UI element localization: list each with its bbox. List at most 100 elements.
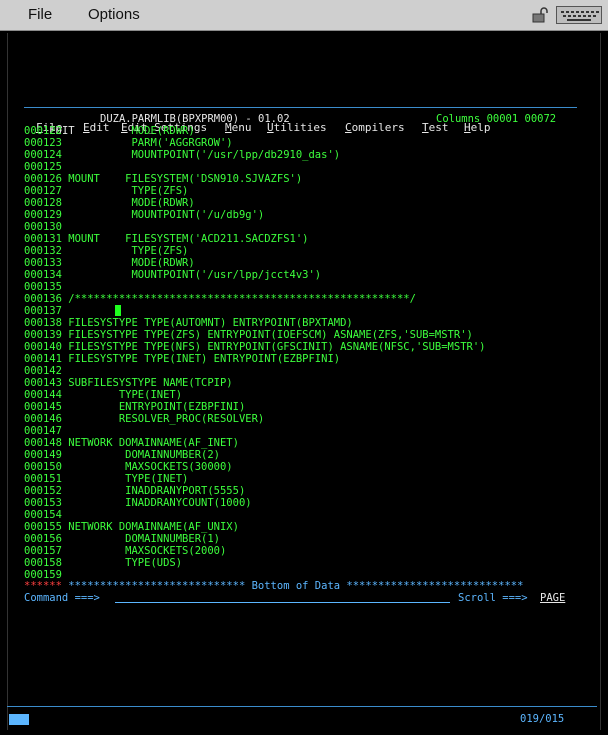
line-text[interactable]: MOUNT FILESYSTEM('ACD211.SACDZFS1') <box>68 233 308 245</box>
line-number[interactable]: 000138 <box>24 317 62 329</box>
edit-line[interactable]: 000158 TYPE(UDS) <box>24 557 182 569</box>
line-text[interactable]: FILESYSTYPE TYPE(AUTOMNT) ENTRYPOINT(BPX… <box>68 317 352 329</box>
edit-line[interactable]: 000126 MOUNT FILESYSTEM('DSN910.SJVAZFS'… <box>24 173 302 185</box>
line-number[interactable]: 000133 <box>24 257 62 269</box>
line-text[interactable]: INADDRANYCOUNT(1000) <box>68 497 251 509</box>
line-number[interactable]: 000154 <box>24 509 62 521</box>
line-text[interactable]: NETWORK DOMAINNAME(AF_INET) <box>68 437 239 449</box>
line-number[interactable]: 000153 <box>24 497 62 509</box>
line-number[interactable]: 000149 <box>24 449 62 461</box>
line-number[interactable]: 000144 <box>24 389 62 401</box>
line-text[interactable]: MODE(RDWR) <box>68 125 194 137</box>
edit-line[interactable]: 000134 MOUNTPOINT('/usr/lpp/jcct4v3') <box>24 269 321 281</box>
line-number[interactable]: 000142 <box>24 365 62 377</box>
edit-line[interactable]: 000137 <box>24 305 68 317</box>
line-text[interactable]: TYPE(INET) <box>68 473 188 485</box>
edit-line[interactable]: 000156 DOMAINNUMBER(1) <box>24 533 220 545</box>
edit-line[interactable]: 000132 TYPE(ZFS) <box>24 245 188 257</box>
line-number[interactable]: 000157 <box>24 545 62 557</box>
edit-line[interactable]: 000150 MAXSOCKETS(30000) <box>24 461 233 473</box>
action-bar-item[interactable]: Compilers <box>345 121 405 134</box>
edit-line[interactable]: 000129 MOUNTPOINT('/u/db9g') <box>24 209 264 221</box>
line-number[interactable]: 000148 <box>24 437 62 449</box>
line-text[interactable]: TYPE(INET) <box>68 389 182 401</box>
edit-line[interactable]: 000157 MAXSOCKETS(2000) <box>24 545 226 557</box>
edit-line[interactable]: 000145 ENTRYPOINT(EZBPFINI) <box>24 401 245 413</box>
line-number[interactable]: 000158 <box>24 557 62 569</box>
line-number[interactable]: 000155 <box>24 521 62 533</box>
edit-line[interactable]: 000127 TYPE(ZFS) <box>24 185 188 197</box>
line-text[interactable]: FILESYSTYPE TYPE(NFS) ENTRYPOINT(GFSCINI… <box>68 341 485 353</box>
edit-line[interactable]: 000155 NETWORK DOMAINNAME(AF_UNIX) <box>24 521 239 533</box>
line-number[interactable]: 000124 <box>24 149 62 161</box>
line-text[interactable]: DOMAINNUMBER(1) <box>68 533 220 545</box>
line-text[interactable]: MOUNT FILESYSTEM('DSN910.SJVAZFS') <box>68 173 302 185</box>
line-text[interactable]: TYPE(UDS) <box>68 557 182 569</box>
line-number[interactable]: 000150 <box>24 461 62 473</box>
edit-line[interactable]: 000138 FILESYSTYPE TYPE(AUTOMNT) ENTRYPO… <box>24 317 353 329</box>
line-text[interactable]: PARM('AGGRGROW') <box>68 137 232 149</box>
line-number[interactable]: 000134 <box>24 269 62 281</box>
line-number[interactable]: 000123 <box>24 137 62 149</box>
line-text[interactable]: MODE(RDWR) <box>68 197 194 209</box>
line-number[interactable]: 000130 <box>24 221 62 233</box>
edit-line[interactable]: 000146 RESOLVER_PROC(RESOLVER) <box>24 413 264 425</box>
edit-line[interactable]: 000140 FILESYSTYPE TYPE(NFS) ENTRYPOINT(… <box>24 341 486 353</box>
line-text[interactable]: RESOLVER_PROC(RESOLVER) <box>68 413 264 425</box>
line-number[interactable]: 000136 <box>24 293 62 305</box>
line-number[interactable]: 000141 <box>24 353 62 365</box>
line-number[interactable]: 000146 <box>24 413 62 425</box>
terminal-screen[interactable]: File Edit Edit_Settings Menu Utilities Compil… <box>7 33 601 730</box>
line-number[interactable]: 000131 <box>24 233 62 245</box>
edit-line[interactable]: 000147 <box>24 425 68 437</box>
line-text[interactable]: MOUNTPOINT('/usr/lpp/db2910_das') <box>68 149 340 161</box>
line-number[interactable]: 000122 <box>24 125 62 137</box>
line-number[interactable]: 000156 <box>24 533 62 545</box>
line-number[interactable]: 000143 <box>24 377 62 389</box>
edit-line[interactable]: 000131 MOUNT FILESYSTEM('ACD211.SACDZFS1… <box>24 233 308 245</box>
scroll-value[interactable]: PAGE <box>540 592 565 604</box>
line-text[interactable]: FILESYSTYPE TYPE(INET) ENTRYPOINT(EZBPFI… <box>68 353 340 365</box>
edit-line[interactable]: 000124 MOUNTPOINT('/usr/lpp/db2910_das') <box>24 149 340 161</box>
line-text[interactable]: MOUNTPOINT('/u/db9g') <box>68 209 264 221</box>
line-number[interactable]: 000129 <box>24 209 62 221</box>
edit-line[interactable]: 000142 <box>24 365 68 377</box>
line-number[interactable]: 000127 <box>24 185 62 197</box>
edit-line[interactable]: 000139 FILESYSTYPE TYPE(ZFS) ENTRYPOINT(… <box>24 329 473 341</box>
edit-line[interactable]: 000123 PARM('AGGRGROW') <box>24 137 233 149</box>
edit-line[interactable]: 000154 <box>24 509 68 521</box>
line-text[interactable]: DOMAINNUMBER(2) <box>68 449 220 461</box>
line-text[interactable]: INADDRANYPORT(5555) <box>68 485 245 497</box>
line-text[interactable]: MAXSOCKETS(30000) <box>68 461 232 473</box>
line-text[interactable]: ENTRYPOINT(EZBPFINI) <box>68 401 245 413</box>
options-menu[interactable]: Options <box>88 6 140 23</box>
edit-line[interactable]: 000144 TYPE(INET) <box>24 389 182 401</box>
edit-line[interactable]: 000153 INADDRANYCOUNT(1000) <box>24 497 252 509</box>
command-input[interactable] <box>115 602 450 603</box>
line-number[interactable]: 000128 <box>24 197 62 209</box>
line-number[interactable]: 000125 <box>24 161 62 173</box>
line-number[interactable]: 000135 <box>24 281 62 293</box>
line-text[interactable]: MAXSOCKETS(2000) <box>68 545 226 557</box>
line-number[interactable]: 000140 <box>24 341 62 353</box>
edit-line[interactable]: 000122 MODE(RDWR) <box>24 125 195 137</box>
edit-line[interactable]: 000125 <box>24 161 68 173</box>
line-number[interactable]: 000137 <box>24 305 62 317</box>
edit-line[interactable]: 000136 /********************************… <box>24 293 416 305</box>
line-text[interactable]: FILESYSTYPE TYPE(ZFS) ENTRYPOINT(IOEFSCM… <box>68 329 473 341</box>
edit-line[interactable]: 000143 SUBFILESYSTYPE NAME(TCPIP) <box>24 377 233 389</box>
keyboard-icon[interactable] <box>556 6 602 24</box>
line-number[interactable]: 000147 <box>24 425 62 437</box>
line-number[interactable]: 000126 <box>24 173 62 185</box>
line-number[interactable]: 000145 <box>24 401 62 413</box>
line-number[interactable]: 000151 <box>24 473 62 485</box>
edit-line[interactable]: 000128 MODE(RDWR) <box>24 197 195 209</box>
file-menu[interactable]: File <box>28 6 52 23</box>
lock-icon[interactable] <box>531 7 551 23</box>
line-text[interactable]: TYPE(ZFS) <box>68 185 188 197</box>
line-text[interactable]: MODE(RDWR) <box>68 257 194 269</box>
line-number[interactable]: 000132 <box>24 245 62 257</box>
edit-line[interactable]: 000148 NETWORK DOMAINNAME(AF_INET) <box>24 437 239 449</box>
edit-line[interactable]: 000135 <box>24 281 68 293</box>
line-number[interactable]: 000152 <box>24 485 62 497</box>
